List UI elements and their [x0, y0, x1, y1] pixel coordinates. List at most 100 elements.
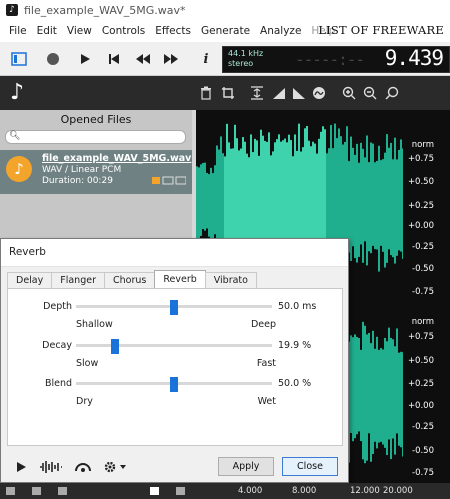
- file-list-item[interactable]: ♪ file_example_WAV_5MG.wav WAV / Linear …: [0, 150, 192, 194]
- search-input[interactable]: 🔍︎: [5, 130, 186, 144]
- depth-slider-thumb[interactable]: [170, 300, 178, 315]
- time-readout: 9.439: [384, 46, 444, 70]
- menu-generate[interactable]: Generate: [196, 25, 255, 37]
- amplitude-label: -0.75: [412, 468, 434, 478]
- window-title: file_example_WAV_5MG.wav*: [24, 3, 186, 17]
- blend-slider-thumb[interactable]: [170, 377, 178, 392]
- timeline-label: 4.000: [238, 486, 263, 496]
- play-icon[interactable]: [76, 50, 94, 68]
- amplitude-label: +0.50: [407, 177, 434, 187]
- menu-effects[interactable]: Effects: [150, 25, 196, 37]
- rewind-icon[interactable]: [134, 50, 152, 68]
- search-icon: 🔍︎: [9, 131, 21, 141]
- menu-edit[interactable]: Edit: [32, 25, 62, 37]
- depth-value: 50.0 ms: [278, 301, 317, 312]
- music-note-logo-icon: ♪: [10, 80, 25, 105]
- record-icon[interactable]: [44, 50, 62, 68]
- zoom-out-icon[interactable]: [362, 85, 378, 101]
- view-toggle-icon[interactable]: [10, 50, 28, 68]
- sample-rate: 44.1 kHz stereo: [228, 49, 264, 68]
- view-mode-icon[interactable]: [32, 487, 41, 495]
- decay-min-label: Slow: [76, 358, 99, 369]
- tab-delay[interactable]: Delay: [7, 272, 53, 288]
- zoom-fit-icon[interactable]: [384, 85, 400, 101]
- timeline-bar: 4.000 8.000 12.000 20.000: [0, 483, 450, 499]
- blend-value: 50.0 %: [278, 378, 312, 389]
- amplitude-label: +0.75: [407, 332, 434, 342]
- dialog-button-bar: Apply Close: [1, 452, 348, 482]
- opened-files-title: Opened Files: [60, 113, 132, 126]
- preview-play-icon[interactable]: [15, 459, 27, 475]
- depth-label: Depth: [43, 301, 72, 312]
- view-mode-icon[interactable]: [150, 487, 159, 495]
- menu-controls[interactable]: Controls: [97, 25, 150, 37]
- apply-button[interactable]: Apply: [218, 457, 274, 476]
- editor-toolbar: ♪: [0, 76, 450, 110]
- menu-analyze[interactable]: Analyze: [255, 25, 306, 37]
- menu-bar: File Edit View Controls Effects Generate…: [0, 20, 450, 42]
- depth-min-label: Shallow: [76, 319, 113, 330]
- fast-forward-icon[interactable]: [162, 50, 180, 68]
- music-note-icon: ♪: [6, 156, 32, 182]
- time-display: 44.1 kHz stereo -----:-- 9.439: [222, 46, 450, 73]
- amplitude-label: +0.00: [407, 221, 434, 231]
- settings-gear-icon[interactable]: [103, 459, 129, 475]
- decay-value: 19.9 %: [278, 340, 312, 351]
- amplitude-label: +0.75: [407, 154, 434, 164]
- decay-slider-thumb[interactable]: [111, 339, 120, 354]
- effect-tabs: Delay Flanger Chorus Reverb Vibrato: [7, 270, 257, 288]
- crop-icon[interactable]: [220, 85, 236, 101]
- amplitude-ruler: norm +0.75 +0.50 +0.25 +0.00 -0.25 -0.50 -0.75 n…: [403, 110, 450, 489]
- menu-view[interactable]: View: [62, 25, 97, 37]
- amplitude-label: -0.75: [412, 287, 434, 297]
- app-icon: ♪: [6, 4, 18, 16]
- opened-files-panel: Opened Files 🔍︎ ♪ file_example_WAV_5MG.w…: [0, 110, 192, 240]
- watermark-text: LIST OF FREEWARE: [318, 23, 444, 37]
- loop-icon[interactable]: [73, 459, 93, 475]
- amplitude-label: norm: [411, 140, 434, 150]
- blend-setting: Blend 50.0 % Dry Wet: [8, 372, 344, 408]
- file-duration: Duration: 00:29: [42, 176, 113, 186]
- amplitude-label: +0.25: [407, 379, 434, 389]
- tab-vibrato[interactable]: Vibrato: [204, 272, 257, 288]
- amplitude-label: -0.50: [412, 264, 434, 274]
- amplitude-label: +0.25: [407, 201, 434, 211]
- amplitude-label: -0.50: [412, 446, 434, 456]
- file-name: file_example_WAV_5MG.wav: [42, 153, 192, 164]
- normalize-icon[interactable]: [249, 85, 265, 101]
- view-mode-icon[interactable]: [58, 487, 67, 495]
- reverb-settings-panel: Depth 50.0 ms Shallow Deep Decay 19.9 % …: [7, 288, 343, 446]
- menu-file[interactable]: File: [4, 25, 32, 37]
- skip-back-icon[interactable]: [105, 50, 123, 68]
- info-icon[interactable]: i: [197, 50, 215, 68]
- fade-in-icon[interactable]: [271, 85, 287, 101]
- decay-setting: Decay 19.9 % Slow Fast: [8, 334, 344, 370]
- amplitude-label: +0.50: [407, 356, 434, 366]
- tab-flanger[interactable]: Flanger: [51, 272, 105, 288]
- fade-out-icon[interactable]: [291, 85, 307, 101]
- dialog-title: Reverb: [1, 239, 348, 267]
- decay-label: Decay: [42, 340, 72, 351]
- amplify-icon[interactable]: [311, 85, 327, 101]
- trash-icon[interactable]: [198, 85, 214, 101]
- title-bar: ♪ file_example_WAV_5MG.wav*: [0, 0, 450, 20]
- timeline-label: 12.000: [350, 486, 380, 496]
- zoom-in-icon[interactable]: [341, 85, 357, 101]
- time-placeholder: -----:--: [295, 50, 365, 69]
- close-button[interactable]: Close: [282, 457, 338, 476]
- file-format: WAV / Linear PCM: [42, 165, 122, 175]
- timeline-label: 20.000: [383, 486, 413, 496]
- waveform-icon[interactable]: [39, 459, 63, 475]
- file-status-icons: [152, 176, 187, 187]
- decay-slider-track[interactable]: [76, 344, 272, 347]
- amplitude-label: -0.25: [412, 422, 434, 432]
- tab-chorus[interactable]: Chorus: [103, 272, 156, 288]
- timeline-label: 8.000: [292, 486, 317, 496]
- view-mode-icon[interactable]: [176, 487, 185, 495]
- depth-setting: Depth 50.0 ms Shallow Deep: [8, 295, 344, 331]
- tab-reverb[interactable]: Reverb: [154, 270, 206, 288]
- decay-max-label: Fast: [256, 358, 276, 369]
- view-mode-icon[interactable]: [6, 487, 15, 495]
- amplitude-label: +0.00: [407, 401, 434, 411]
- blend-max-label: Wet: [257, 396, 276, 407]
